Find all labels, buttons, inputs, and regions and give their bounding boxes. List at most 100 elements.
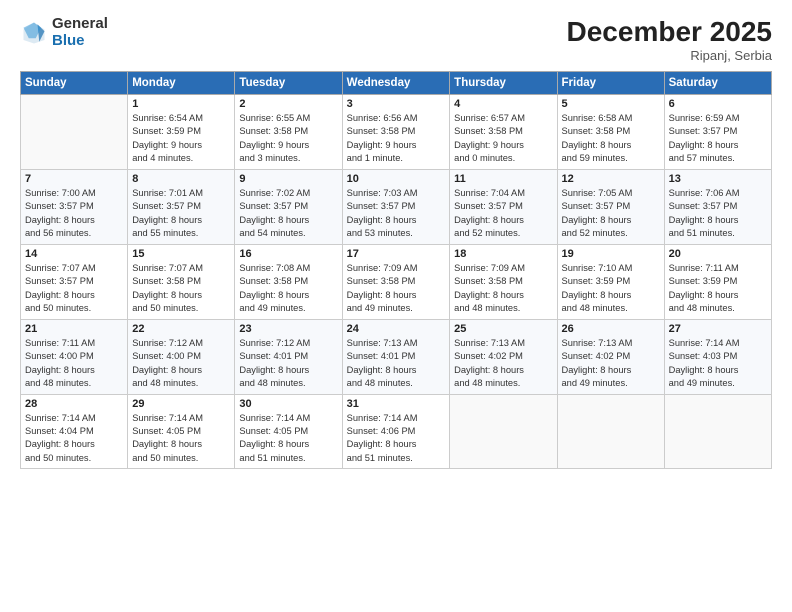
calendar-cell: 30Sunrise: 7:14 AMSunset: 4:05 PMDayligh… <box>235 394 342 469</box>
day-number: 17 <box>347 248 446 260</box>
day-detail: Sunrise: 7:12 AMSunset: 4:01 PMDaylight:… <box>239 337 337 391</box>
day-number: 27 <box>669 323 767 335</box>
title-block: December 2025 Ripanj, Serbia <box>567 16 772 63</box>
weekday-header-row: SundayMondayTuesdayWednesdayThursdayFrid… <box>21 72 772 95</box>
day-detail: Sunrise: 7:13 AMSunset: 4:02 PMDaylight:… <box>454 337 552 391</box>
calendar-cell: 7 Sunrise: 7:00 AMSunset: 3:57 PMDaylight… <box>21 169 128 244</box>
day-detail: Sunrise: 6:59 AMSunset: 3:57 PMDaylight:… <box>669 112 767 166</box>
calendar-cell: 4 Sunrise: 6:57 AMSunset: 3:58 PMDaylight… <box>450 95 557 170</box>
calendar-week-row: 14Sunrise: 7:07 AMSunset: 3:57 PMDayligh… <box>21 244 772 319</box>
day-detail: Sunrise: 7:05 AMSunset: 3:57 PMDaylight:… <box>562 187 660 241</box>
logo: General Blue <box>20 16 108 49</box>
logo-general-text: General <box>52 16 108 33</box>
calendar-cell: 20 Sunrise: 7:11 AMSunset: 3:59 PMDayligh… <box>664 244 771 319</box>
weekday-header-saturday: Saturday <box>664 72 771 95</box>
day-number: 24 <box>347 323 446 335</box>
calendar-cell: 15 Sunrise: 7:07 AMSunset: 3:58 PMDayligh… <box>128 244 235 319</box>
day-detail: Sunrise: 7:00 AMSunset: 3:57 PMDaylight:… <box>25 187 123 241</box>
day-detail: Sunrise: 7:07 AMSunset: 3:58 PMDaylight:… <box>132 262 230 316</box>
day-detail: Sunrise: 6:56 AMSunset: 3:58 PMDaylight:… <box>347 112 446 166</box>
calendar-cell <box>450 394 557 469</box>
calendar-cell: 25 Sunrise: 7:13 AMSunset: 4:02 PMDayligh… <box>450 319 557 394</box>
day-number: 31 <box>347 398 446 410</box>
calendar-cell: 10Sunrise: 7:03 AMSunset: 3:57 PMDayligh… <box>342 169 450 244</box>
day-number: 20 <box>669 248 767 260</box>
calendar-cell: 31Sunrise: 7:14 AMSunset: 4:06 PMDayligh… <box>342 394 450 469</box>
calendar-week-row: 28Sunrise: 7:14 AMSunset: 4:04 PMDayligh… <box>21 394 772 469</box>
calendar-cell: 26Sunrise: 7:13 AMSunset: 4:02 PMDayligh… <box>557 319 664 394</box>
day-number: 18 <box>454 248 552 260</box>
day-number: 3 <box>347 98 446 110</box>
day-detail: Sunrise: 7:02 AMSunset: 3:57 PMDaylight:… <box>239 187 337 241</box>
calendar-cell: 1Sunrise: 6:54 AMSunset: 3:59 PMDaylight… <box>128 95 235 170</box>
weekday-header-tuesday: Tuesday <box>235 72 342 95</box>
calendar-cell: 23Sunrise: 7:12 AMSunset: 4:01 PMDayligh… <box>235 319 342 394</box>
day-number: 15 <box>132 248 230 260</box>
day-detail: Sunrise: 7:14 AMSunset: 4:03 PMDaylight:… <box>669 337 767 391</box>
day-number: 28 <box>25 398 123 410</box>
calendar-cell: 14Sunrise: 7:07 AMSunset: 3:57 PMDayligh… <box>21 244 128 319</box>
calendar-cell: 11 Sunrise: 7:04 AMSunset: 3:57 PMDayligh… <box>450 169 557 244</box>
day-detail: Sunrise: 6:57 AMSunset: 3:58 PMDaylight:… <box>454 112 552 166</box>
day-detail: Sunrise: 7:07 AMSunset: 3:57 PMDaylight:… <box>25 262 123 316</box>
location-label: Ripanj, Serbia <box>567 48 772 63</box>
day-number: 8 <box>132 173 230 185</box>
calendar-week-row: 1Sunrise: 6:54 AMSunset: 3:59 PMDaylight… <box>21 95 772 170</box>
calendar-cell: 24 Sunrise: 7:13 AMSunset: 4:01 PMDayligh… <box>342 319 450 394</box>
day-number: 21 <box>25 323 123 335</box>
logo-icon <box>20 19 48 47</box>
calendar-cell: 6 Sunrise: 6:59 AMSunset: 3:57 PMDaylight… <box>664 95 771 170</box>
day-detail: Sunrise: 7:01 AMSunset: 3:57 PMDaylight:… <box>132 187 230 241</box>
day-detail: Sunrise: 7:09 AMSunset: 3:58 PMDaylight:… <box>454 262 552 316</box>
day-number: 9 <box>239 173 337 185</box>
page: General Blue December 2025 Ripanj, Serbi… <box>0 0 792 612</box>
day-detail: Sunrise: 7:06 AMSunset: 3:57 PMDaylight:… <box>669 187 767 241</box>
day-detail: Sunrise: 7:08 AMSunset: 3:58 PMDaylight:… <box>239 262 337 316</box>
day-detail: Sunrise: 7:11 AMSunset: 3:59 PMDaylight:… <box>669 262 767 316</box>
day-detail: Sunrise: 7:04 AMSunset: 3:57 PMDaylight:… <box>454 187 552 241</box>
day-number: 30 <box>239 398 337 410</box>
day-detail: Sunrise: 6:54 AMSunset: 3:59 PMDaylight:… <box>132 112 230 166</box>
day-detail: Sunrise: 7:13 AMSunset: 4:01 PMDaylight:… <box>347 337 446 391</box>
day-number: 11 <box>454 173 552 185</box>
calendar-cell: 2 Sunrise: 6:55 AMSunset: 3:58 PMDaylight… <box>235 95 342 170</box>
calendar-cell: 18 Sunrise: 7:09 AMSunset: 3:58 PMDayligh… <box>450 244 557 319</box>
day-number: 22 <box>132 323 230 335</box>
day-detail: Sunrise: 7:12 AMSunset: 4:00 PMDaylight:… <box>132 337 230 391</box>
calendar-cell: 3 Sunrise: 6:56 AMSunset: 3:58 PMDaylight… <box>342 95 450 170</box>
day-number: 16 <box>239 248 337 260</box>
day-detail: Sunrise: 7:14 AMSunset: 4:05 PMDaylight:… <box>132 412 230 466</box>
day-number: 7 <box>25 173 123 185</box>
calendar-cell: 13 Sunrise: 7:06 AMSunset: 3:57 PMDayligh… <box>664 169 771 244</box>
calendar-cell: 21 Sunrise: 7:11 AMSunset: 4:00 PMDayligh… <box>21 319 128 394</box>
calendar-cell: 5 Sunrise: 6:58 AMSunset: 3:58 PMDaylight… <box>557 95 664 170</box>
day-number: 10 <box>347 173 446 185</box>
day-number: 25 <box>454 323 552 335</box>
day-number: 2 <box>239 98 337 110</box>
weekday-header-monday: Monday <box>128 72 235 95</box>
day-number: 29 <box>132 398 230 410</box>
day-detail: Sunrise: 7:09 AMSunset: 3:58 PMDaylight:… <box>347 262 446 316</box>
calendar-cell: 29 Sunrise: 7:14 AMSunset: 4:05 PMDayligh… <box>128 394 235 469</box>
calendar-cell: 9 Sunrise: 7:02 AMSunset: 3:57 PMDaylight… <box>235 169 342 244</box>
day-detail: Sunrise: 7:11 AMSunset: 4:00 PMDaylight:… <box>25 337 123 391</box>
calendar-cell: 16 Sunrise: 7:08 AMSunset: 3:58 PMDayligh… <box>235 244 342 319</box>
day-number: 5 <box>562 98 660 110</box>
day-detail: Sunrise: 6:55 AMSunset: 3:58 PMDaylight:… <box>239 112 337 166</box>
calendar-table: SundayMondayTuesdayWednesdayThursdayFrid… <box>20 71 772 469</box>
calendar-cell: 28Sunrise: 7:14 AMSunset: 4:04 PMDayligh… <box>21 394 128 469</box>
day-number: 6 <box>669 98 767 110</box>
month-year-title: December 2025 <box>567 16 772 48</box>
day-detail: Sunrise: 7:10 AMSunset: 3:59 PMDaylight:… <box>562 262 660 316</box>
weekday-header-wednesday: Wednesday <box>342 72 450 95</box>
calendar-week-row: 7 Sunrise: 7:00 AMSunset: 3:57 PMDaylight… <box>21 169 772 244</box>
calendar-cell: 22 Sunrise: 7:12 AMSunset: 4:00 PMDayligh… <box>128 319 235 394</box>
day-number: 13 <box>669 173 767 185</box>
calendar-week-row: 21 Sunrise: 7:11 AMSunset: 4:00 PMDayligh… <box>21 319 772 394</box>
calendar-cell <box>557 394 664 469</box>
day-number: 4 <box>454 98 552 110</box>
day-detail: Sunrise: 7:13 AMSunset: 4:02 PMDaylight:… <box>562 337 660 391</box>
day-detail: Sunrise: 6:58 AMSunset: 3:58 PMDaylight:… <box>562 112 660 166</box>
weekday-header-friday: Friday <box>557 72 664 95</box>
day-number: 12 <box>562 173 660 185</box>
